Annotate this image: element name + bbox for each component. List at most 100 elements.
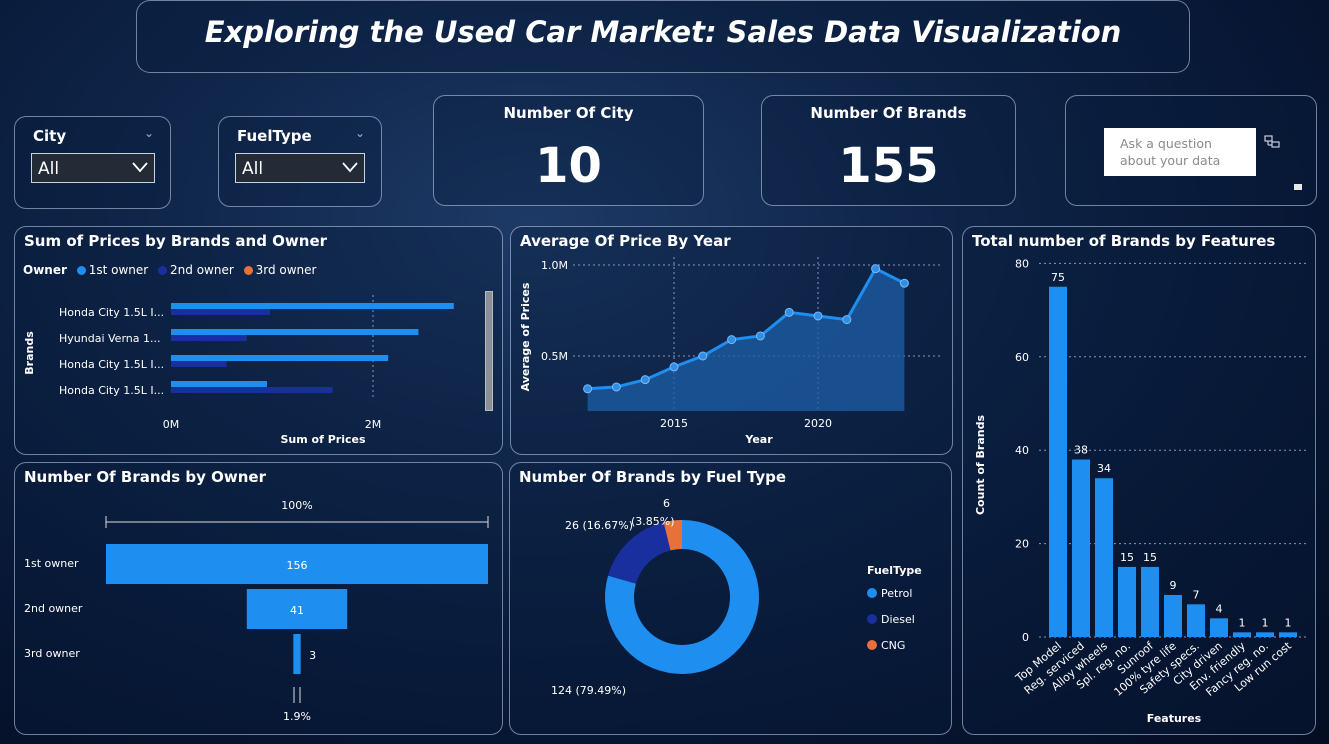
feature-value-label: 38 bbox=[1074, 444, 1088, 457]
x-tick: 2M bbox=[365, 418, 382, 431]
funnel-value-label: 3 bbox=[309, 649, 316, 662]
chevron-down-icon[interactable]: ⌄ bbox=[355, 126, 365, 140]
top-percent: 100% bbox=[281, 499, 312, 512]
fuel-legend-dot bbox=[867, 614, 877, 624]
qa-input[interactable]: Ask a question about your data bbox=[1104, 128, 1256, 176]
price-point bbox=[842, 315, 852, 325]
owner-funnel-panel: Number Of Brands by Owner 100% 1st owner 1… bbox=[14, 462, 503, 735]
fuel-donut-chart: 124 (79.49%) 26 (16.67%) 6 (3.85%) FuelType P… bbox=[551, 497, 922, 697]
price-point bbox=[871, 264, 881, 274]
y-tick: 40 bbox=[1015, 444, 1029, 457]
fuel-legend-dot bbox=[867, 640, 877, 650]
scrollbar[interactable] bbox=[485, 291, 493, 411]
fueltype-slicer[interactable]: FuelType ⌄ All bbox=[218, 116, 382, 207]
price-point bbox=[755, 331, 765, 341]
chevron-down-icon bbox=[342, 162, 358, 173]
feature-value-label: 15 bbox=[1120, 551, 1134, 564]
city-slicer[interactable]: City ⌄ All bbox=[14, 116, 171, 209]
feature-value-label: 75 bbox=[1051, 271, 1065, 284]
feature-bar bbox=[1233, 632, 1251, 637]
x-axis-title: Sum of Prices bbox=[280, 433, 365, 446]
bar-1st-owner bbox=[171, 329, 419, 335]
title-banner: Exploring the Used Car Market: Sales Dat… bbox=[136, 0, 1190, 73]
donut-label-petrol: 124 (79.49%) bbox=[551, 684, 626, 697]
feature-value-label: 15 bbox=[1143, 551, 1157, 564]
page-title: Exploring the Used Car Market: Sales Dat… bbox=[204, 15, 1122, 49]
price-point bbox=[640, 375, 650, 385]
donut-label-diesel: 26 (16.67%) bbox=[565, 519, 633, 532]
y-tick: 60 bbox=[1015, 351, 1029, 364]
city-dropdown[interactable]: All bbox=[31, 153, 155, 183]
qa-visual[interactable]: Ask a question about your data bbox=[1065, 95, 1317, 206]
funnel-category-label: 1st owner bbox=[24, 557, 79, 570]
price-point bbox=[583, 384, 593, 394]
feature-value-label: 9 bbox=[1170, 579, 1177, 592]
fuel-legend-petrol: Petrol bbox=[881, 587, 912, 600]
qa-settings-icon[interactable] bbox=[1264, 134, 1280, 150]
price-point bbox=[813, 311, 823, 321]
fuel-legend-dot bbox=[867, 588, 877, 598]
feature-bar bbox=[1072, 459, 1090, 637]
y-tick: 1.0M bbox=[541, 259, 568, 272]
owner-funnel-chart: 100% 1st owner 156 2nd owner 41 3rd owner 3 1.9… bbox=[24, 499, 489, 723]
bar-2nd-owner bbox=[171, 387, 333, 393]
brands-owner-chart: Honda City 1.5L I... Hyundai Verna 1... Ho… bbox=[23, 295, 454, 446]
donut-label-cng-count: 6 bbox=[663, 497, 670, 510]
price-point bbox=[669, 362, 679, 372]
chevron-down-icon[interactable]: ⌄ bbox=[144, 126, 154, 140]
y-tick: 0.5M bbox=[541, 350, 568, 363]
city-count-label: Number Of City bbox=[503, 104, 634, 122]
feature-value-label: 1 bbox=[1239, 616, 1246, 629]
brand-label: Honda City 1.5L I... bbox=[59, 306, 164, 319]
brand-label: Honda City 1.5L I... bbox=[59, 384, 164, 397]
funnel-category-label: 3rd owner bbox=[24, 647, 80, 660]
fuel-donut-panel: Number Of Brands by Fuel Type 124 (79.49… bbox=[509, 462, 952, 735]
features-chart: 80604020075Top Model38Reg. serviced34All… bbox=[974, 257, 1308, 725]
feature-bar bbox=[1210, 618, 1228, 637]
y-tick: 80 bbox=[1015, 257, 1029, 270]
fueltype-dropdown[interactable]: All bbox=[235, 153, 365, 183]
feature-bar bbox=[1279, 632, 1297, 637]
price-point bbox=[611, 382, 621, 392]
feature-bar bbox=[1118, 566, 1136, 637]
fueltype-slicer-label: FuelType bbox=[237, 127, 312, 145]
y-axis-title: Average of Prices bbox=[519, 282, 532, 391]
y-tick: 0 bbox=[1022, 631, 1029, 644]
funnel-value-label: 41 bbox=[290, 604, 304, 617]
bar-2nd-owner bbox=[171, 335, 247, 341]
feature-bar bbox=[1141, 566, 1159, 637]
funnel-bar bbox=[293, 634, 301, 674]
city-dropdown-value: All bbox=[38, 159, 60, 179]
y-axis-title: Brands bbox=[23, 331, 36, 375]
feature-bar bbox=[1164, 594, 1182, 637]
funnel-category-label: 2nd owner bbox=[24, 602, 83, 615]
x-axis-title: Features bbox=[1147, 712, 1202, 725]
x-tick: 2020 bbox=[804, 417, 832, 430]
feature-value-label: 1 bbox=[1285, 616, 1292, 629]
resize-handle-icon[interactable] bbox=[1294, 184, 1302, 190]
feature-bar bbox=[1187, 604, 1205, 637]
bar-1st-owner bbox=[171, 303, 454, 309]
price-point bbox=[899, 278, 909, 288]
fuel-legend-diesel: Diesel bbox=[881, 613, 915, 626]
feature-bar bbox=[1095, 478, 1113, 637]
x-axis-title: Year bbox=[744, 433, 773, 446]
price-year-panel: Average Of Price By Year 1.0M 0.5M 2015 202… bbox=[510, 226, 953, 455]
brand-count-label: Number Of Brands bbox=[810, 104, 967, 122]
brand-label: Hyundai Verna 1... bbox=[59, 332, 160, 345]
brand-count-value: 155 bbox=[838, 138, 939, 194]
brand-label: Honda City 1.5L I... bbox=[59, 358, 164, 371]
chevron-down-icon bbox=[132, 162, 148, 173]
city-count-card: Number Of City 10 bbox=[433, 95, 704, 206]
city-count-value: 10 bbox=[535, 138, 602, 194]
feature-value-label: 1 bbox=[1262, 616, 1269, 629]
x-tick: 2015 bbox=[660, 417, 688, 430]
brand-count-card: Number Of Brands 155 bbox=[761, 95, 1016, 206]
fuel-legend-title: FuelType bbox=[867, 564, 922, 577]
y-tick: 20 bbox=[1015, 538, 1029, 551]
bar-2nd-owner bbox=[171, 309, 270, 315]
bar-2nd-owner bbox=[171, 361, 227, 367]
feature-value-label: 7 bbox=[1193, 588, 1200, 601]
bar-1st-owner bbox=[171, 355, 389, 361]
feature-bar bbox=[1049, 286, 1067, 637]
